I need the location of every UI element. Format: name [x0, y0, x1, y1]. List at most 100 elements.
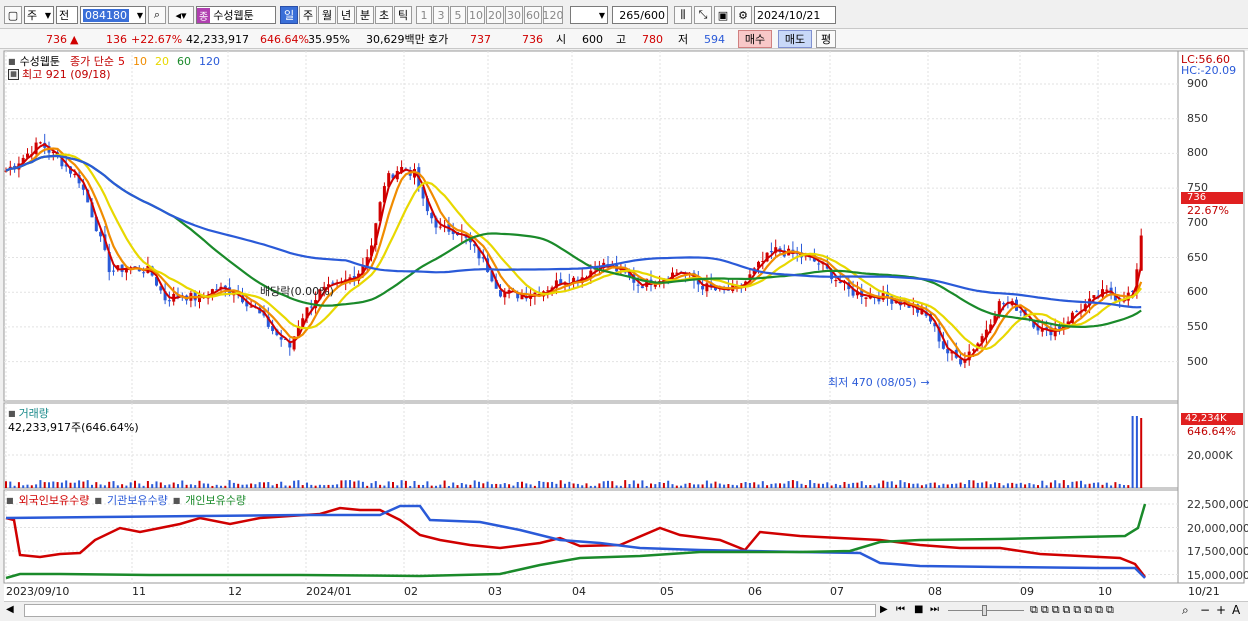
zoom-handle[interactable] [982, 605, 987, 616]
stop-icon[interactable]: ■ [914, 604, 923, 615]
pane-marker-icon: ■ [94, 495, 102, 505]
search-icon[interactable]: ⌕ [1182, 603, 1189, 618]
volume-bar [680, 485, 683, 488]
text-tool-icon[interactable]: A [1232, 603, 1240, 617]
volume-bar [1067, 485, 1070, 488]
volume-bar [13, 485, 16, 488]
volume-bar [129, 482, 132, 488]
stock-chart-svg[interactable] [0, 0, 1248, 621]
volume-bar [525, 483, 528, 488]
volume-bar [1135, 416, 1138, 488]
price-tick: 600 [1187, 285, 1208, 299]
volume-bar [611, 481, 614, 488]
candle-body [834, 280, 838, 282]
volume-bar [267, 482, 270, 488]
step-back-icon[interactable]: ⏮ [896, 604, 905, 615]
volume-bar [555, 483, 558, 488]
volume-bar [439, 484, 442, 488]
volume-bar [671, 484, 674, 488]
volume-bar [951, 483, 953, 488]
volume-bar [198, 480, 201, 488]
grid-icon[interactable]: ▦ [8, 68, 19, 80]
volume-bar [146, 481, 149, 488]
price-tick: 850 [1187, 111, 1208, 125]
volume-bar [865, 485, 867, 488]
volume-bar [753, 482, 756, 488]
zoom-out-icon[interactable]: − [1200, 603, 1210, 617]
volume-bar [250, 483, 253, 488]
volume-bar [572, 483, 575, 488]
ma-period-3: 60 [177, 54, 192, 68]
candle-body [640, 286, 644, 289]
volume-bar [641, 480, 644, 488]
volume-bar [813, 483, 816, 488]
volume-bar [181, 480, 184, 488]
candle-body [167, 300, 171, 302]
volume-info: 42,233,917주(646.64%) [8, 421, 139, 434]
scroll-left-icon[interactable]: ◀ [6, 604, 14, 615]
volume-bar [65, 480, 68, 488]
volume-bar [318, 484, 321, 488]
candle-body [1019, 311, 1023, 313]
scroll-track[interactable] [24, 604, 876, 617]
x-axis-label: 2024/01 [306, 585, 352, 598]
volume-bar [379, 484, 382, 488]
volume-bar [869, 485, 872, 488]
x-axis-label: 2023/09/10 [6, 585, 70, 598]
volume-bar [860, 481, 863, 488]
chart-scrollbar[interactable]: ◀ ▶ ⏮ ■ ⏭ ⧉⧉⧉⧉⧉⧉⧉⧉ ⌕ − + A [4, 601, 1248, 619]
volume-bar [374, 481, 377, 488]
volume-bar [370, 483, 373, 488]
volume-bar [731, 484, 734, 488]
volume-bar [473, 480, 476, 488]
volume-bar [1058, 483, 1061, 488]
volume-bar [538, 480, 541, 488]
volume-bar [1097, 482, 1100, 488]
zoom-in-icon[interactable]: + [1216, 603, 1226, 617]
volume-bar [220, 485, 222, 488]
volume-bar [288, 485, 291, 488]
hc-label: HC:-20.09 [1181, 64, 1237, 77]
volume-bar [963, 484, 966, 488]
x-axis-label: 07 [830, 585, 844, 598]
volume-bar [645, 485, 648, 488]
min-price-label: 최저 470 (08/05) [828, 376, 917, 389]
volume-bar [688, 482, 691, 488]
volume-bar [452, 482, 455, 488]
volume-bar [744, 482, 747, 488]
volume-bar [998, 483, 1001, 488]
candle-body [38, 142, 42, 144]
volume-bar [237, 483, 240, 488]
volume-bar [383, 485, 386, 488]
step-forward-icon[interactable]: ⏭ [930, 604, 939, 615]
volume-bar [658, 482, 661, 488]
candle-body [1075, 311, 1079, 313]
volume-bar [839, 485, 842, 488]
volume-bar [1075, 481, 1078, 488]
view-tools-icons[interactable]: ⧉⧉⧉⧉⧉⧉⧉⧉ [1030, 603, 1117, 617]
volume-bar [443, 480, 446, 488]
candle-body [1105, 289, 1109, 291]
volume-bar [499, 484, 502, 488]
volume-bar [5, 481, 7, 488]
scroll-right-icon[interactable]: ▶ [880, 604, 888, 615]
volume-bar [899, 480, 902, 488]
volume-bar [22, 485, 25, 488]
volume-bar [349, 480, 351, 488]
volume-bar [103, 485, 106, 488]
dividend-label: 배당락(0.00%) [260, 285, 334, 298]
candle-body [817, 263, 821, 265]
volume-bar [116, 485, 119, 488]
volume-bar [723, 484, 726, 488]
volume-bar [159, 482, 162, 488]
volume-bar [1084, 484, 1087, 488]
volume-bar [258, 482, 261, 488]
price-tick: 700 [1187, 215, 1208, 229]
volume-bar [817, 483, 820, 488]
volume-bar [895, 484, 898, 488]
pane-frame-0 [3, 50, 1179, 402]
volume-bar [1015, 483, 1018, 488]
volume-bar [886, 481, 889, 488]
volume-bar [1032, 484, 1035, 488]
volume-bar [946, 484, 949, 488]
